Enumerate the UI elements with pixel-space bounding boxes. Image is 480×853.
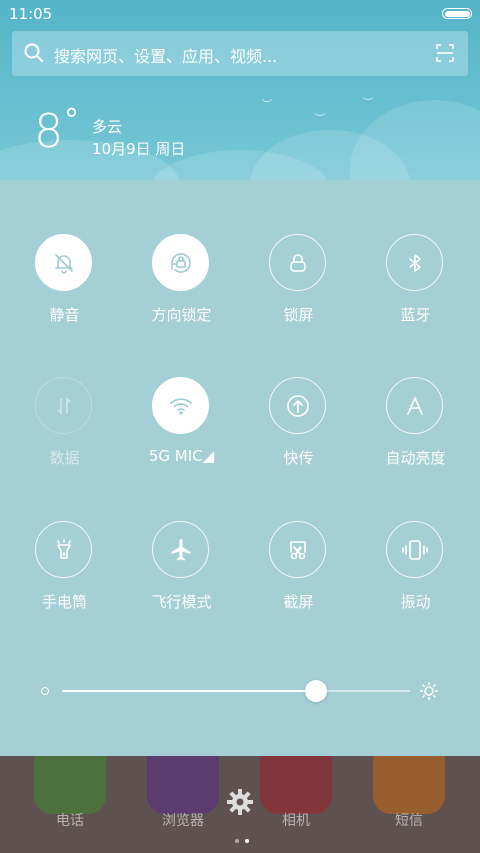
tile-vibrate[interactable]: 振动 <box>357 521 474 631</box>
page-indicator <box>232 828 252 847</box>
rotation-lock-icon <box>152 234 209 291</box>
tile-label: 飞行模式 <box>151 593 212 611</box>
tile-label: 数据 <box>49 449 80 467</box>
brightness-slider[interactable] <box>62 690 410 692</box>
weather-degree: ° <box>64 103 79 138</box>
bird-decoration: ︶ <box>315 114 325 125</box>
message-icon <box>373 756 445 814</box>
dock-app-label: 相机 <box>282 813 310 829</box>
tile-label: 静音 <box>49 306 80 324</box>
tile-bluetooth[interactable]: 蓝牙 <box>357 234 474 344</box>
page-dot <box>235 839 239 843</box>
tile-label: 振动 <box>400 593 431 611</box>
dock-app-phone[interactable]: 电话 <box>20 756 120 848</box>
tile-airplane[interactable]: 飞行模式 <box>123 521 240 631</box>
tile-label: 手电筒 <box>41 593 87 611</box>
brightness-slider-thumb[interactable] <box>305 680 328 702</box>
brightness-high-icon <box>419 681 439 705</box>
tile-label: 5G MIC◢ <box>148 447 215 465</box>
tile-label: 自动亮度 <box>385 449 446 467</box>
dock-app-message[interactable]: 短信 <box>359 756 459 848</box>
status-time: 11:05 <box>9 5 53 23</box>
brightness-low-icon <box>41 687 49 695</box>
bird-decoration: ︶ <box>262 100 272 111</box>
dock-app-camera[interactable]: 相机 <box>246 756 346 848</box>
tile-label: 锁屏 <box>283 306 314 324</box>
tile-label: 方向锁定 <box>151 306 212 324</box>
wifi-icon <box>152 377 209 434</box>
data-arrows-icon <box>35 377 92 434</box>
search-icon <box>24 43 44 67</box>
quick-settings-panel: 静音 方向锁定 锁屏 蓝牙数据 5G MIC◢ 快传 自动亮度手电筒 飞行模式 截屏 振动 <box>0 180 480 756</box>
lock-icon <box>269 234 326 291</box>
search-placeholder: 搜索网页、设置、应用、视频... <box>54 47 278 66</box>
bell-off-icon <box>35 234 92 291</box>
search-bar[interactable]: 搜索网页、设置、应用、视频... <box>12 31 468 76</box>
phone-icon <box>34 756 106 814</box>
notification-header: ︶ ︶ ︶ 11:05 搜索网页、设置、应用、视频... 8 ° 多云 10月9… <box>0 0 480 180</box>
dock-app-label: 短信 <box>395 813 423 829</box>
dock-app-label: 电话 <box>56 813 84 829</box>
tile-data-arrows[interactable]: 数据 <box>6 377 123 487</box>
flashlight-icon <box>35 521 92 578</box>
tile-auto-brightness[interactable]: 自动亮度 <box>357 377 474 487</box>
weather-condition: 多云 <box>92 118 123 136</box>
airplane-icon <box>152 521 209 578</box>
bird-decoration: ︶ <box>363 98 373 109</box>
tile-upload[interactable]: 快传 <box>240 377 357 487</box>
settings-gear-icon[interactable] <box>226 788 254 820</box>
upload-icon <box>269 377 326 434</box>
page-dot <box>245 839 249 843</box>
weather-date: 10月9日 周日 <box>92 140 186 158</box>
vibrate-icon <box>386 521 443 578</box>
screenshot-icon <box>269 521 326 578</box>
browser-icon <box>147 756 219 814</box>
tile-lock[interactable]: 锁屏 <box>240 234 357 344</box>
tile-bell-off[interactable]: 静音 <box>6 234 123 344</box>
tile-label: 截屏 <box>283 593 314 611</box>
tile-label: 快传 <box>283 449 314 467</box>
tile-screenshot[interactable]: 截屏 <box>240 521 357 631</box>
weather-temperature: 8 <box>34 104 64 158</box>
tile-label: 蓝牙 <box>400 306 431 324</box>
battery-icon <box>442 8 472 19</box>
bluetooth-icon <box>386 234 443 291</box>
dock-app-browser[interactable]: 浏览器 <box>133 756 233 848</box>
tile-wifi[interactable]: 5G MIC◢ <box>123 377 240 487</box>
scan-icon[interactable] <box>436 44 454 66</box>
auto-brightness-icon <box>386 377 443 434</box>
tile-flashlight[interactable]: 手电筒 <box>6 521 123 631</box>
tile-rotation-lock[interactable]: 方向锁定 <box>123 234 240 344</box>
camera-icon <box>260 756 332 814</box>
dock-app-label: 浏览器 <box>162 813 204 829</box>
